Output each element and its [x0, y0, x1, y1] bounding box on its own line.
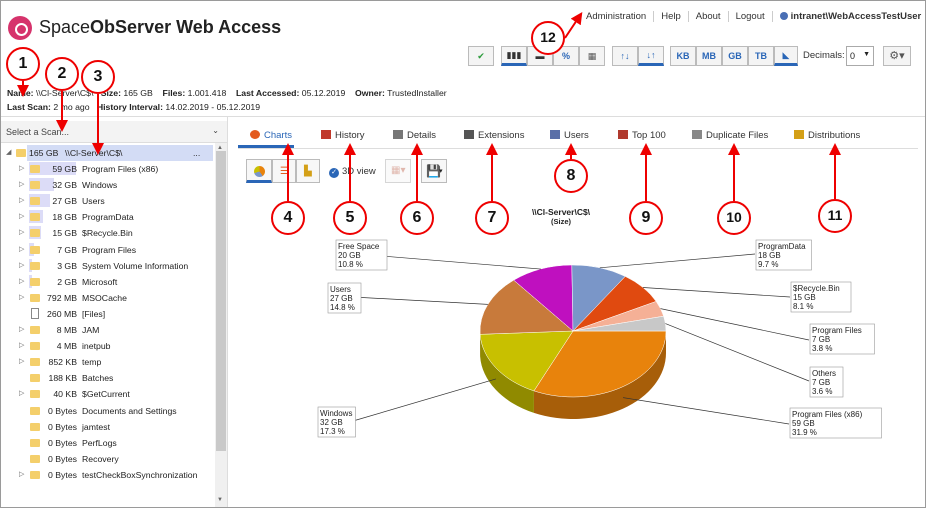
- annotation-marker: 6: [400, 201, 434, 235]
- annotation-marker: 5: [333, 201, 367, 235]
- annotation-marker: 3: [81, 60, 115, 94]
- annotation-marker: 9: [629, 201, 663, 235]
- annotation-marker: 12: [531, 21, 565, 55]
- annotation-marker: 2: [45, 57, 79, 91]
- annotation-marker: 11: [818, 199, 852, 233]
- annotation-arrows: [17, 12, 841, 201]
- annotation-marker: 7: [475, 201, 509, 235]
- annotation-marker: 10: [717, 201, 751, 235]
- annotation-marker: 1: [6, 47, 40, 81]
- web-access-window: SpaceObServer Web Access Administration …: [0, 0, 926, 508]
- annotation-marker: 8: [554, 159, 588, 193]
- annotation-arrow: [564, 12, 583, 39]
- annotation-marker: 4: [271, 201, 305, 235]
